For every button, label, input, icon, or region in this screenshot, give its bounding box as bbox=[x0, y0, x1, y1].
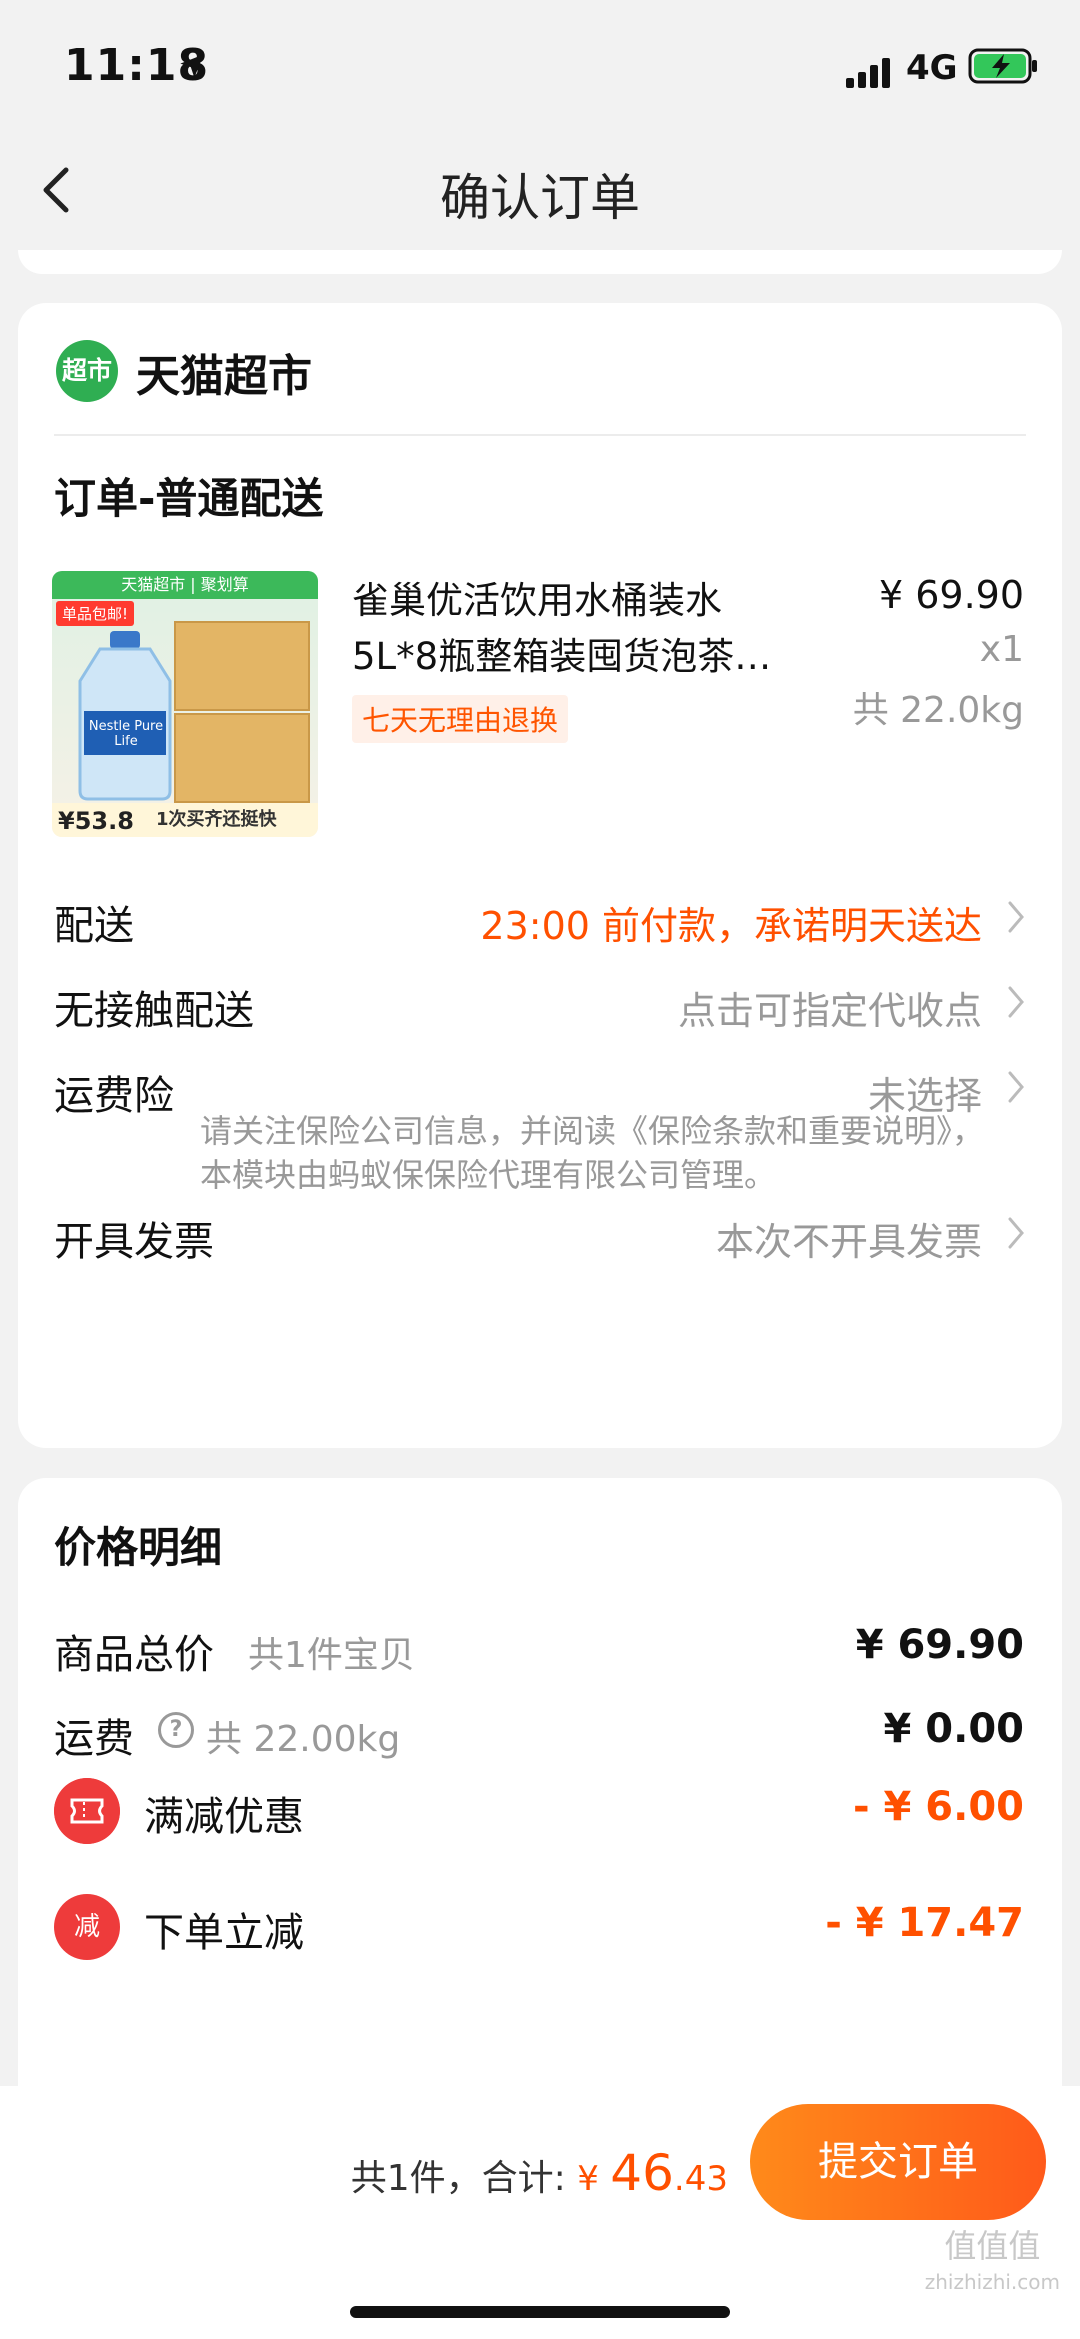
watermark-url: zhizhizhi.com bbox=[924, 2270, 1060, 2294]
order-section-title: 订单-普通配送 bbox=[54, 474, 324, 523]
network-type: 4G bbox=[906, 48, 958, 88]
watermark: 值值值 zhizhizhi.com bbox=[925, 2228, 1060, 2300]
shipping-insurance-label: 运费险 bbox=[54, 1073, 174, 1119]
product-image-header: 天猫超市 | 聚划算 bbox=[52, 571, 318, 599]
product-image-brand: Nestle Pure Life bbox=[88, 719, 164, 749]
home-indicator[interactable] bbox=[350, 2306, 730, 2318]
watermark-logo: 值值值 bbox=[944, 2227, 1041, 2265]
product-name[interactable]: 雀巢优活饮用水桶装水 5L*8瓶整箱装囤货泡茶… bbox=[352, 573, 852, 685]
invoice-label: 开具发票 bbox=[54, 1219, 214, 1265]
price-detail-card: 价格明细 商品总价 共1件宝贝 ¥ 69.90 运费 ? 共 22.00kg ¥… bbox=[18, 1478, 1062, 2098]
full-reduction-label: 满减优惠 bbox=[144, 1794, 304, 1840]
product-box-bottom bbox=[174, 713, 310, 803]
price-detail-title: 价格明细 bbox=[54, 1523, 223, 1572]
chevron-right-icon[interactable] bbox=[1006, 1215, 1026, 1251]
return-policy-tag: 七天无理由退换 bbox=[352, 695, 569, 743]
order-total: 共1件，合计: ¥ 46.43 bbox=[351, 2144, 728, 2202]
bottom-bar: 共1件，合计: ¥ 46.43 提交订单 bbox=[0, 2086, 1080, 2339]
goods-total-value: ¥ 69.90 bbox=[855, 1622, 1024, 1668]
product-name-line2: 5L*8瓶整箱装囤货泡茶… bbox=[352, 635, 772, 678]
shipping-fee-label: 运费 bbox=[54, 1716, 134, 1762]
product-image[interactable]: 天猫超市 | 聚划算 单品包邮! Nestle Pure Life ¥53.8 … bbox=[52, 571, 318, 837]
delivery-label: 配送 bbox=[54, 903, 134, 949]
total-currency: ¥ bbox=[577, 2159, 599, 2199]
store-name[interactable]: 天猫超市 bbox=[136, 340, 312, 404]
signal-bars-icon bbox=[846, 58, 890, 88]
location-arrow-icon bbox=[180, 54, 204, 78]
nav-bar: 确认订单 bbox=[0, 130, 1080, 250]
battery-charging-icon bbox=[968, 48, 1037, 84]
chevron-right-icon[interactable] bbox=[1006, 984, 1026, 1020]
contactless-value[interactable]: 点击可指定代收点 bbox=[678, 980, 982, 1035]
goods-total-count: 共1件宝贝 bbox=[248, 1635, 415, 1676]
instant-discount-value: - ¥ 17.47 bbox=[825, 1900, 1024, 1946]
shipping-weight: 共 22.00kg bbox=[206, 1719, 401, 1760]
product-image-badge: 单品包邮! bbox=[56, 601, 135, 626]
product-price: ¥ 69.90 bbox=[878, 573, 1024, 617]
water-bottle-icon bbox=[78, 631, 172, 801]
product-image-price: ¥53.8 bbox=[58, 807, 134, 835]
page-title: 确认订单 bbox=[440, 169, 640, 227]
shipping-fee-value: ¥ 0.00 bbox=[883, 1706, 1024, 1752]
chevron-right-icon[interactable] bbox=[1006, 1069, 1026, 1105]
full-reduction-value: - ¥ 6.00 bbox=[853, 1784, 1024, 1830]
product-image-slogan: 1次买齐还挺快 bbox=[156, 809, 277, 830]
previous-card-edge bbox=[18, 250, 1062, 274]
status-bar: 11:18 4G bbox=[0, 0, 1080, 130]
instant-discount-label: 下单立减 bbox=[144, 1910, 304, 1956]
product-box-top bbox=[174, 621, 310, 711]
total-summary: 共1件，合计: bbox=[350, 2158, 566, 2199]
total-amount-decimal: .43 bbox=[673, 2159, 728, 2199]
chevron-right-icon[interactable] bbox=[1006, 899, 1026, 935]
contactless-label: 无接触配送 bbox=[54, 988, 254, 1034]
submit-order-button[interactable]: 提交订单 bbox=[750, 2104, 1046, 2220]
goods-total-label: 商品总价 bbox=[54, 1632, 214, 1678]
divider bbox=[54, 434, 1026, 436]
product-name-line1: 雀巢优活饮用水桶装水 bbox=[352, 579, 722, 622]
product-quantity: x1 bbox=[979, 629, 1024, 670]
insurance-notice: 请关注保险公司信息，并阅读《保险条款和重要说明》，本模块由蚂蚁保保险代理有限公司… bbox=[200, 1112, 985, 1194]
store-logo-icon: 超市 bbox=[56, 340, 118, 402]
instant-discount-icon: 减 bbox=[54, 1894, 120, 1960]
coupon-ticket-icon bbox=[54, 1778, 120, 1844]
product-weight: 共 22.0kg bbox=[852, 690, 1024, 731]
delivery-value[interactable]: 23:00 前付款，承诺明天送达 bbox=[480, 895, 982, 950]
order-card: 超市 天猫超市 订单-普通配送 天猫超市 | 聚划算 单品包邮! Nestle … bbox=[18, 303, 1062, 1448]
total-amount-integer: 46 bbox=[610, 2144, 674, 2202]
help-question-icon[interactable]: ? bbox=[158, 1712, 194, 1748]
invoice-value[interactable]: 本次不开具发票 bbox=[716, 1211, 982, 1266]
